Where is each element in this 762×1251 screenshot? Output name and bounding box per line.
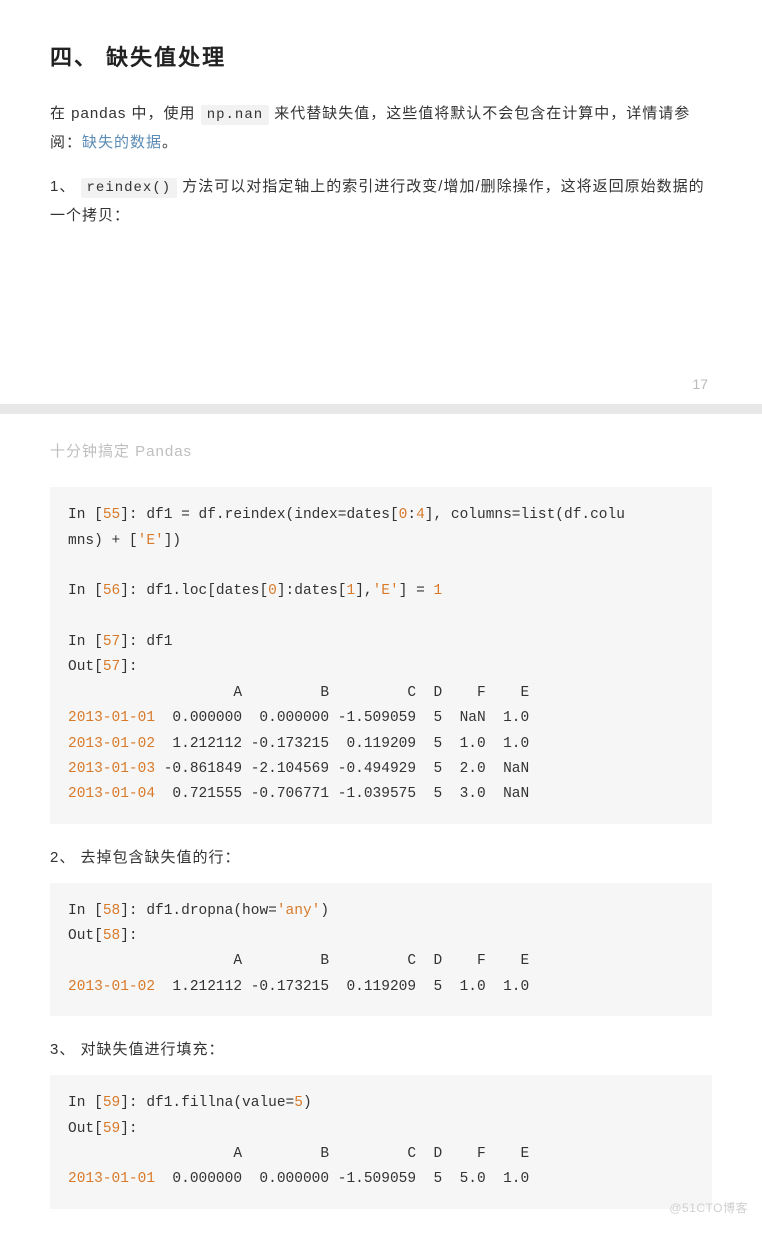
chapter-head: 十分钟搞定 Pandas — [50, 414, 712, 487]
t: ]: df1.loc[dates[ — [120, 583, 268, 599]
t: In [ — [68, 634, 103, 650]
para-reindex: 1、 reindex() 方法可以对指定轴上的索引进行改变/增加/删除操作，这将… — [50, 173, 712, 230]
t: 0.000000 0.000000 -1.509059 5 NaN 1.0 — [155, 710, 529, 726]
t: 1.212112 -0.173215 0.119209 5 1.0 1.0 — [155, 979, 529, 995]
intro-post: 。 — [162, 134, 178, 151]
t: 1 — [346, 583, 355, 599]
t: ]: df1 = df.reindex(index=dates[ — [120, 507, 398, 523]
t: 'E' — [138, 533, 164, 549]
page-number: 17 — [50, 376, 712, 392]
code-block-1: In [55]: df1 = df.reindex(index=dates[0:… — [50, 487, 712, 824]
t: In [ — [68, 507, 103, 523]
t: 'E' — [373, 583, 399, 599]
page-divider — [0, 404, 762, 414]
t: ]: df1.fillna(value= — [120, 1095, 294, 1111]
t: -0.861849 -2.104569 -0.494929 5 2.0 NaN — [155, 761, 529, 777]
sub-2: 2、 去掉包含缺失值的行： — [50, 846, 712, 867]
t: 59 — [103, 1121, 120, 1137]
t: Out[ — [68, 1121, 103, 1137]
t: 2013-01-02 — [68, 979, 155, 995]
t: ]: df1.dropna(how= — [120, 903, 277, 919]
t: ]: df1 — [120, 634, 172, 650]
t: ], columns=list(df.colu — [425, 507, 625, 523]
t: Out[ — [68, 659, 103, 675]
t: In [ — [68, 1095, 103, 1111]
link-missing-data[interactable]: 缺失的数据 — [82, 134, 162, 151]
t: ]: — [120, 1121, 137, 1137]
t: 0 — [268, 583, 277, 599]
t: A B C D F E — [68, 1146, 529, 1162]
t: 2013-01-01 — [68, 1171, 155, 1187]
code-np-nan: np.nan — [201, 105, 269, 125]
t: 4 — [416, 507, 425, 523]
spacer — [50, 246, 712, 376]
t: Out[ — [68, 928, 103, 944]
t: ], — [355, 583, 372, 599]
t: : — [407, 507, 416, 523]
intro-paragraph: 在 pandas 中，使用 np.nan 来代替缺失值，这些值将默认不会包含在计… — [50, 100, 712, 157]
intro-pre: 在 pandas 中，使用 — [50, 105, 201, 122]
t: ) — [320, 903, 329, 919]
t: 57 — [103, 634, 120, 650]
t: mns) + [ — [68, 533, 138, 549]
t: 55 — [103, 507, 120, 523]
t: ) — [303, 1095, 312, 1111]
t: 'any' — [277, 903, 321, 919]
t: 2013-01-01 — [68, 710, 155, 726]
t: 1 — [434, 583, 443, 599]
sub-3: 3、 对缺失值进行填充： — [50, 1038, 712, 1059]
t: ]: — [120, 659, 137, 675]
t: A B C D F E — [68, 953, 529, 969]
t: 58 — [103, 928, 120, 944]
t: In [ — [68, 583, 103, 599]
t: 59 — [103, 1095, 120, 1111]
t: 5 — [294, 1095, 303, 1111]
t: 58 — [103, 903, 120, 919]
t: ]) — [164, 533, 181, 549]
t: 2013-01-04 — [68, 786, 155, 802]
section-title: 四、 缺失值处理 — [50, 40, 712, 72]
t: 2013-01-03 — [68, 761, 155, 777]
t: In [ — [68, 903, 103, 919]
t: 2013-01-02 — [68, 736, 155, 752]
t: 1.212112 -0.173215 0.119209 5 1.0 1.0 — [155, 736, 529, 752]
t: 0.721555 -0.706771 -1.039575 5 3.0 NaN — [155, 786, 529, 802]
code-reindex: reindex() — [81, 178, 178, 198]
para1-num: 1、 — [50, 178, 81, 195]
code-block-2: In [58]: df1.dropna(how='any') Out[58]: … — [50, 883, 712, 1017]
page-upper: 四、 缺失值处理 在 pandas 中，使用 np.nan 来代替缺失值，这些值… — [0, 0, 762, 392]
t: 56 — [103, 583, 120, 599]
t: 57 — [103, 659, 120, 675]
t: A B C D F E — [68, 685, 529, 701]
t: 0.000000 0.000000 -1.509059 5 5.0 1.0 — [155, 1171, 529, 1187]
t: ]: — [120, 928, 137, 944]
code-block-3: In [59]: df1.fillna(value=5) Out[59]: A … — [50, 1075, 712, 1209]
t: ]:dates[ — [277, 583, 347, 599]
watermark: @51CTO博客 — [669, 1199, 748, 1216]
t: ] = — [399, 583, 434, 599]
page-lower: 十分钟搞定 Pandas In [55]: df1 = df.reindex(i… — [0, 414, 762, 1251]
